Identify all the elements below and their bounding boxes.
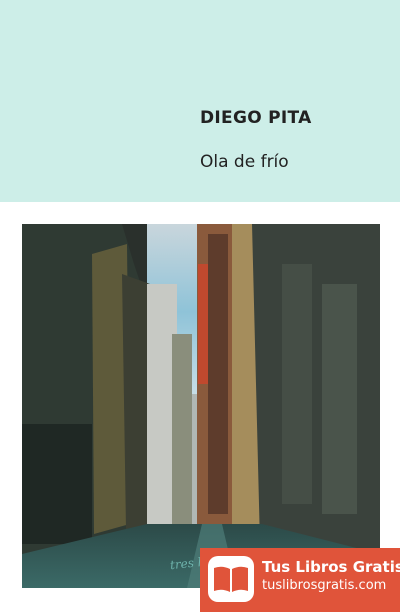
book-title: Ola de frío: [200, 152, 289, 172]
badge-site-name: Tus Libros Gratis: [262, 558, 400, 576]
open-book-icon: [208, 556, 254, 602]
cover-header-band: DIEGO PITA Ola de frío: [0, 0, 400, 202]
tuslibrosgratis-badge[interactable]: Tus Libros Gratis tuslibrosgratis.com: [200, 548, 400, 612]
street-illustration: [22, 224, 380, 588]
cover-photo: [22, 224, 380, 588]
author-name: DIEGO PITA: [200, 108, 312, 128]
badge-site-url[interactable]: tuslibrosgratis.com: [262, 578, 386, 593]
